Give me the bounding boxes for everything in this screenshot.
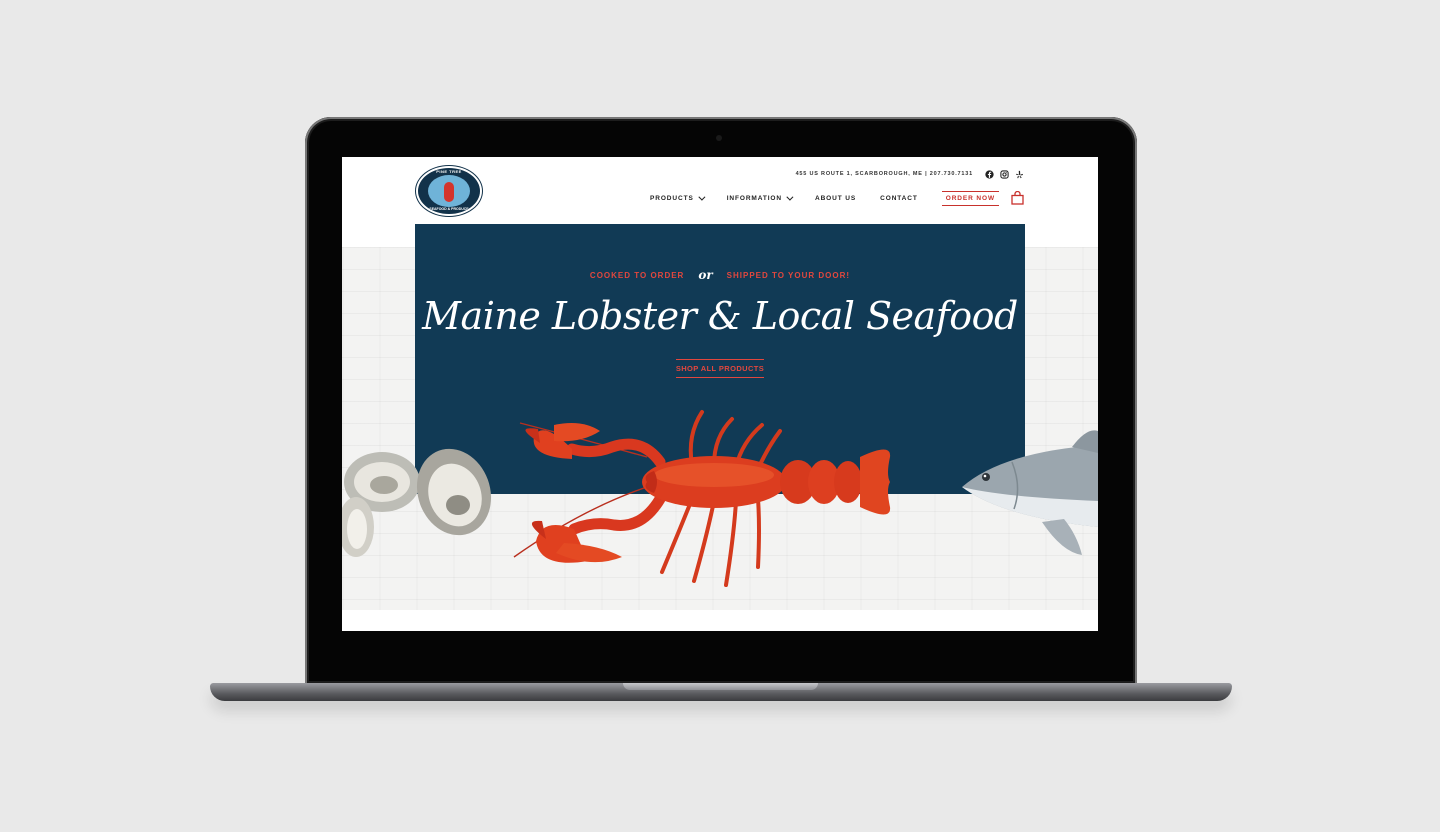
lobster-image	[513, 410, 891, 587]
fish-image	[962, 430, 1098, 555]
camera-dot	[716, 135, 722, 141]
laptop-notch	[623, 683, 818, 690]
page: PINE TREE SEAFOOD & PRODUCE 455 US ROUTE…	[0, 0, 1440, 832]
seafood-illustration	[342, 410, 1098, 587]
website-screen: PINE TREE SEAFOOD & PRODUCE 455 US ROUTE…	[342, 157, 1098, 631]
oysters-image	[342, 448, 492, 557]
